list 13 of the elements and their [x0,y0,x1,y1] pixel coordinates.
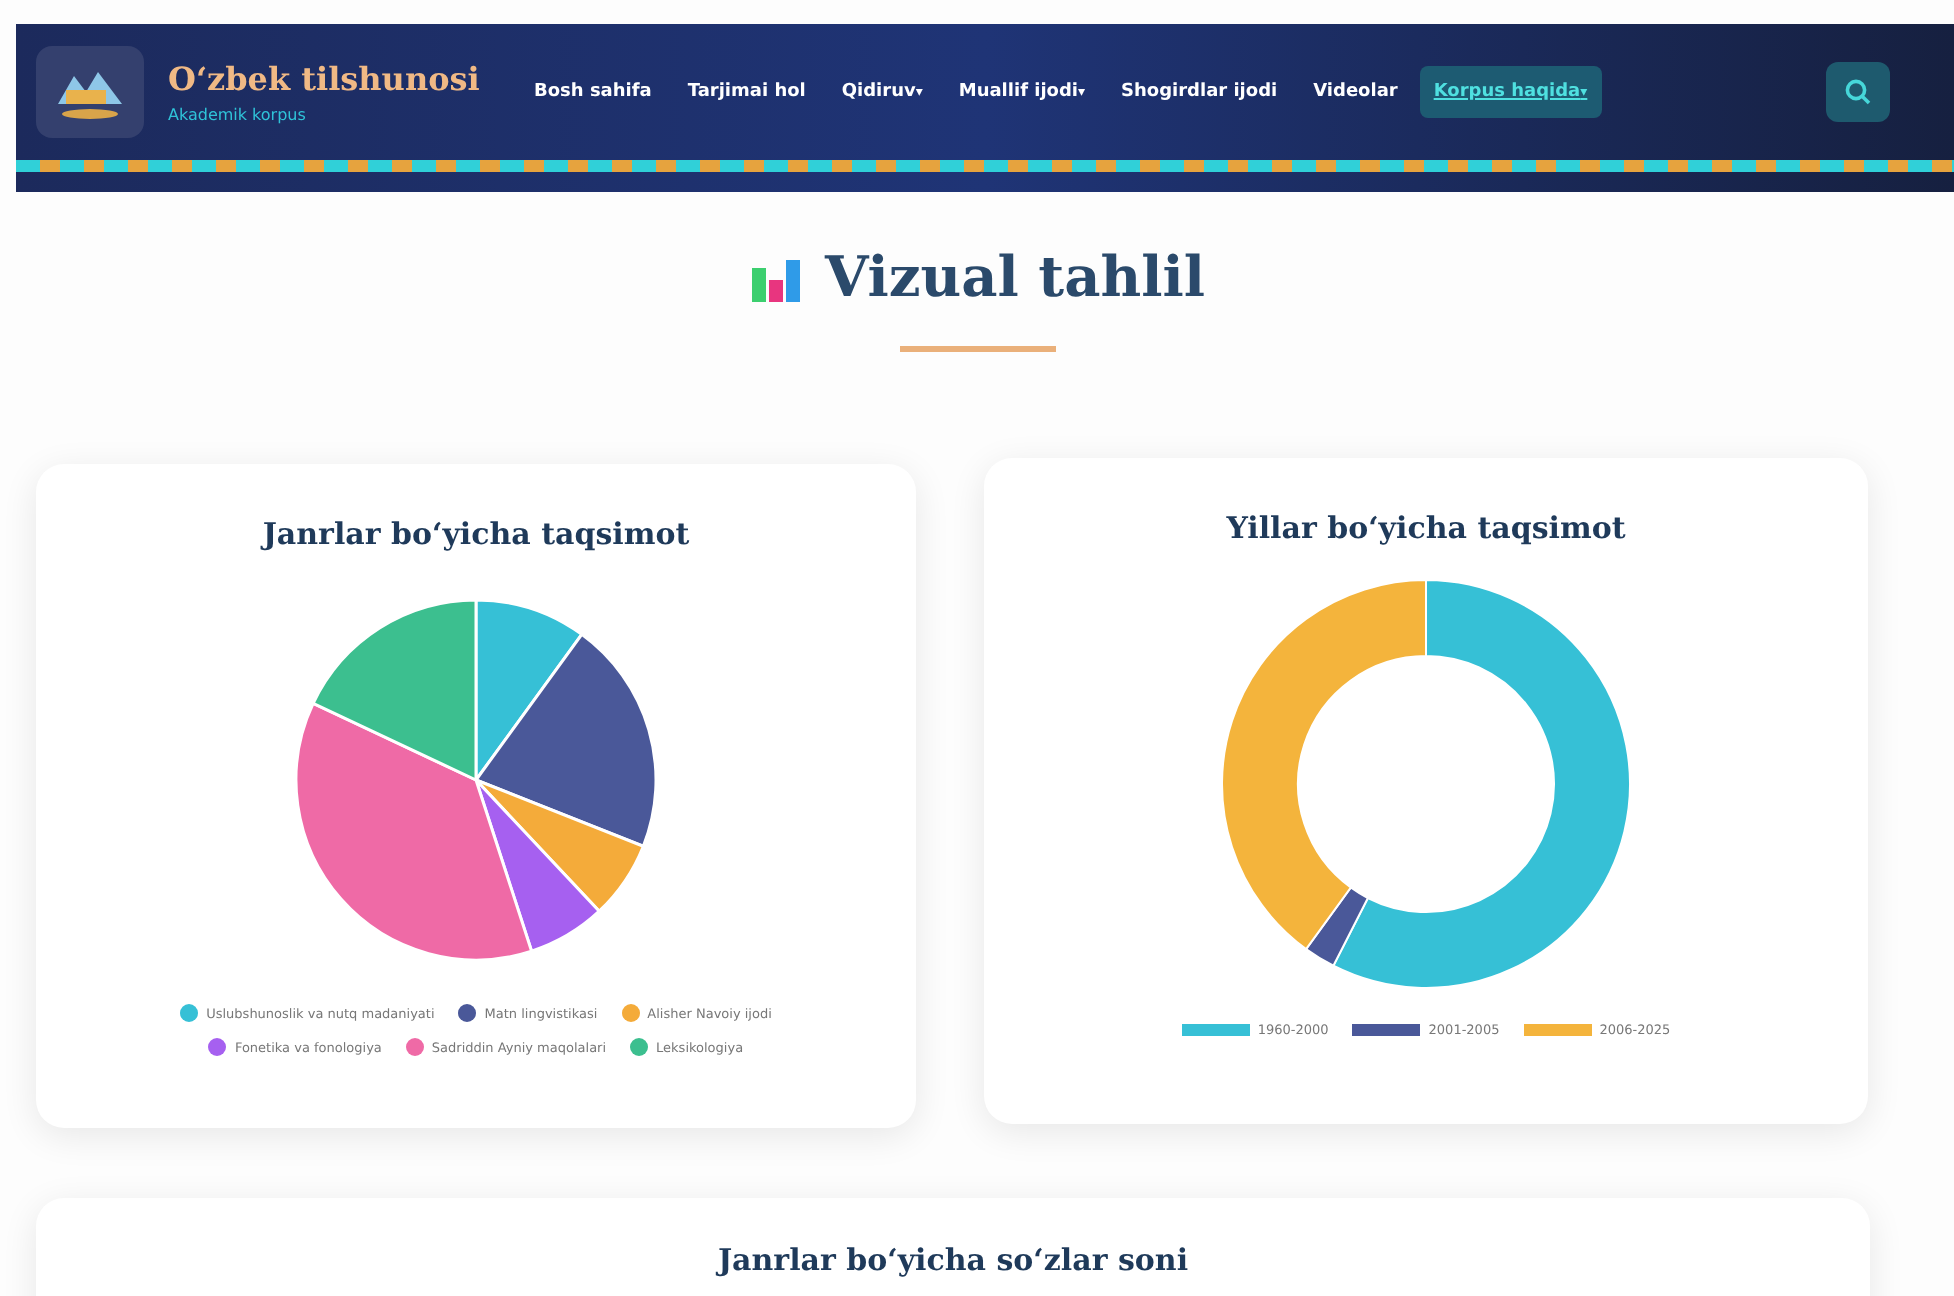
search-icon [1844,78,1872,106]
nav-link[interactable]: Tarjimai hol [673,66,820,118]
nav-link[interactable]: Videolar [1299,66,1412,118]
site-title: O‘zbek tilshunosi [168,60,482,98]
chart-title: Yillar bo‘yicha taqsimot [1226,510,1626,546]
site-subtitle: Akademik korpus [168,106,308,124]
nav-link[interactable]: Bosh sahifa [520,66,666,118]
logo-icon [36,46,144,138]
chart-title: Janrlar bo‘yicha taqsimot [262,516,690,552]
chart-title: Janrlar bo‘yicha so‘zlar soni [717,1242,1189,1278]
search-button[interactable] [1826,62,1890,122]
nav-link[interactable]: Shogirdlar ijodi [1107,66,1292,118]
page-title: Vizual tahlil [825,244,1205,310]
